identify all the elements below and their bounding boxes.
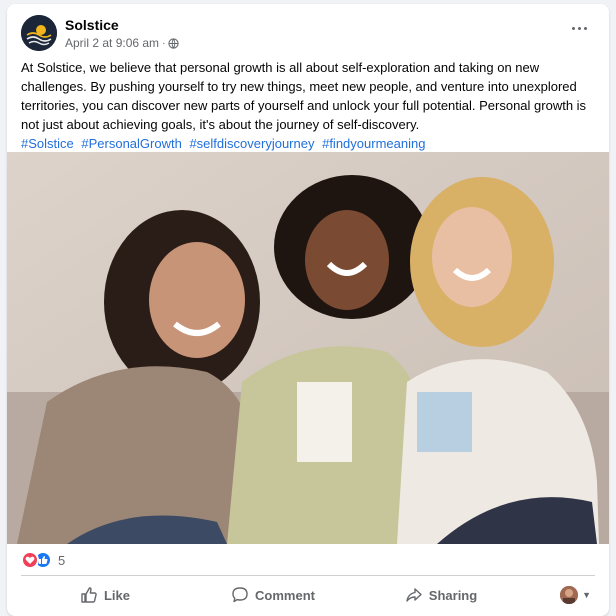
post-photo-image (7, 152, 609, 544)
more-options-icon[interactable] (565, 18, 593, 38)
more-dot (571, 26, 575, 30)
love-reaction-icon (21, 551, 39, 569)
page-name-link[interactable]: Solstice (65, 17, 119, 33)
comment-button[interactable]: Comment (189, 578, 357, 612)
action-divider (21, 575, 595, 576)
meta-separator: · (162, 37, 166, 49)
post-action-bar: Like Comment Sharing ▼ (21, 578, 595, 612)
profile-avatar (560, 586, 579, 604)
post-card: Solstice April 2 at 9:06 am · At Solstic… (7, 4, 609, 616)
post-photo[interactable] (7, 152, 609, 544)
post-body: At Solstice, we believe that personal gr… (21, 58, 591, 153)
hashtag-link[interactable]: #Solstice (21, 136, 74, 151)
comment-icon (232, 587, 248, 603)
more-dot (577, 26, 581, 30)
share-icon (406, 588, 422, 602)
comment-label: Comment (255, 587, 315, 603)
post-timestamp[interactable]: April 2 at 9:06 am (65, 36, 159, 50)
post-meta: April 2 at 9:06 am · (65, 36, 180, 50)
hashtag-link[interactable]: #PersonalGrowth (81, 136, 181, 151)
globe-icon (168, 37, 180, 49)
reaction-summary[interactable]: 5 (21, 551, 65, 569)
hashtag-link[interactable]: #findyourmeaning (322, 136, 425, 151)
hashtag-link[interactable]: #selfdiscoveryjourney (189, 136, 314, 151)
post-body-text: At Solstice, we believe that personal gr… (21, 60, 587, 132)
hashtag-list: #Solstice #PersonalGrowth #selfdiscovery… (21, 134, 591, 153)
post-header: Solstice April 2 at 9:06 am · (21, 14, 595, 54)
more-dot (583, 26, 587, 30)
reaction-count: 5 (58, 552, 66, 568)
thumbs-up-icon (81, 587, 97, 603)
chevron-down-icon: ▼ (582, 590, 591, 600)
share-label: Sharing (428, 587, 478, 603)
like-button[interactable]: Like (21, 578, 189, 612)
share-button[interactable]: Sharing (357, 578, 525, 612)
react-as-profile-selector[interactable]: ▼ (525, 578, 595, 612)
like-label: Like (103, 587, 130, 603)
page-avatar[interactable] (21, 15, 57, 51)
solstice-logo (21, 15, 57, 51)
